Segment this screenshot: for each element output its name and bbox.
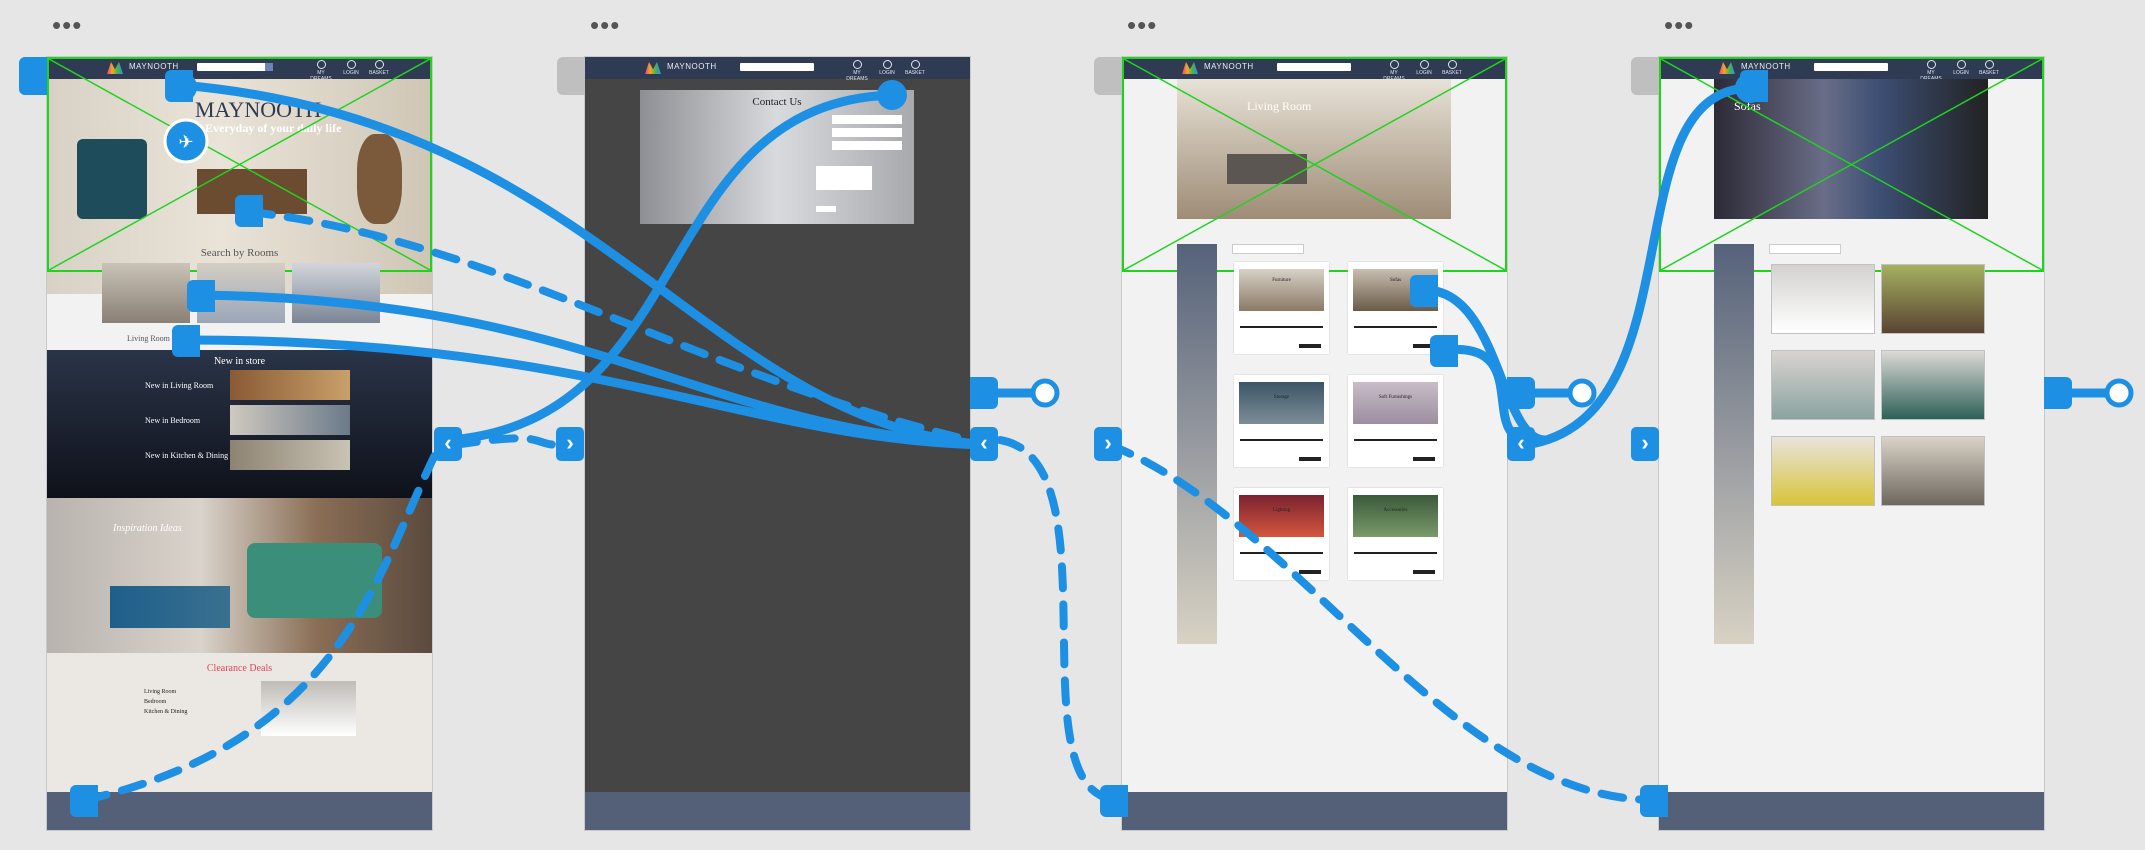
link-endpoint-button[interactable] — [1507, 377, 1535, 409]
pin-icon: ✈ — [178, 132, 193, 153]
link-source-button[interactable] — [1100, 785, 1128, 817]
link-source-button[interactable] — [557, 57, 585, 95]
link-endpoint-button[interactable] — [2044, 377, 2072, 409]
link-source-button[interactable] — [1740, 70, 1768, 102]
link-source-button[interactable] — [1094, 57, 1122, 95]
chevron-left-icon[interactable]: ‹ — [1507, 427, 1535, 461]
link-line-dashed — [246, 208, 994, 449]
link-source-button[interactable] — [1410, 275, 1438, 307]
link-source-button[interactable] — [1430, 335, 1458, 367]
link-source-button[interactable] — [19, 57, 47, 95]
link-line-dashed — [1106, 441, 1659, 804]
link-target-dot — [2104, 378, 2134, 408]
chevron-right-icon[interactable]: › — [1631, 427, 1659, 461]
chevron-right-icon[interactable]: › — [556, 427, 584, 461]
prototype-links: ✈ — [81, 72, 2134, 804]
link-source-button[interactable] — [165, 70, 193, 102]
chevron-left-icon[interactable]: ‹ — [970, 427, 998, 461]
link-source-button[interactable] — [70, 785, 98, 817]
link-source-button[interactable] — [235, 195, 263, 227]
link-source-button[interactable] — [1640, 785, 1668, 817]
link-line-dashed — [996, 436, 1124, 804]
link-source-button[interactable] — [172, 325, 200, 357]
link-target-dot — [1567, 378, 1597, 408]
link-line — [195, 290, 990, 450]
link-source-button[interactable] — [1631, 57, 1659, 95]
link-target-dot — [1030, 378, 1060, 408]
link-line-dashed — [81, 441, 444, 804]
link-endpoint-button[interactable] — [970, 377, 998, 409]
chevron-left-icon[interactable]: ‹ — [434, 427, 462, 461]
link-source-button[interactable] — [187, 280, 215, 312]
chevron-right-icon[interactable]: › — [1094, 427, 1122, 461]
link-handle — [877, 80, 907, 110]
link-line — [445, 90, 900, 445]
link-line-dashed — [451, 434, 564, 449]
